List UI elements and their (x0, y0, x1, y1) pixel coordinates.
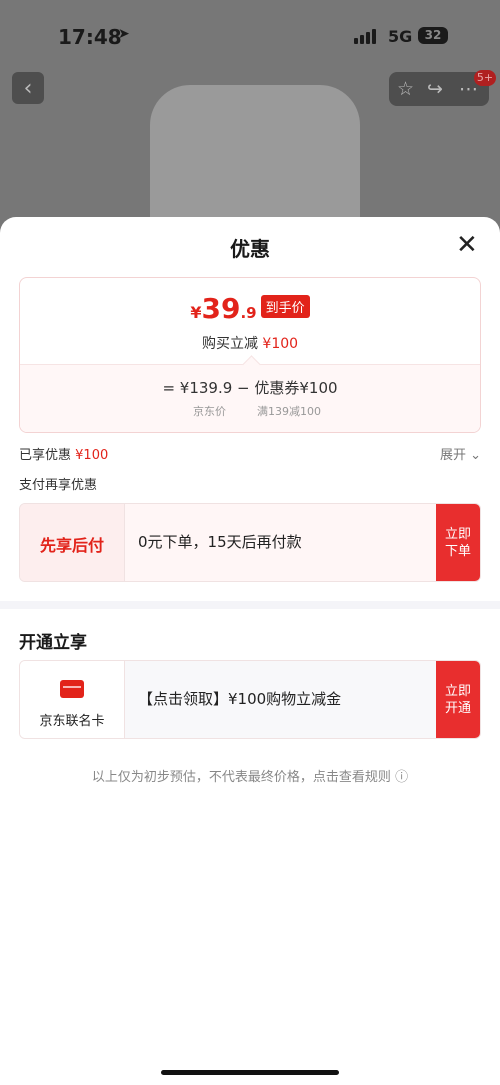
location-icon: ➤ (118, 26, 130, 42)
signal-icon (354, 28, 380, 44)
instant-discount-label: 购买立减 (201, 336, 258, 352)
network-type: 5G (388, 27, 413, 46)
disclaimer[interactable]: 以上仅为初步预估，不代表最终价格，点击查看规则 ⓘ (0, 766, 500, 785)
bnpl-text: 0元下单，15天后再付款 (138, 533, 302, 551)
price-currency: ¥ (190, 303, 202, 322)
jd-card-offer[interactable]: 京东联名卡 【点击领取】¥100购物立减金 立即 开通 (19, 660, 481, 739)
price-integer: 39 (201, 292, 241, 325)
final-price: ¥39.9 到手价 (20, 292, 480, 325)
sheet-title: 优惠 (230, 237, 270, 261)
credit-card-icon (60, 680, 84, 698)
notch (242, 355, 261, 374)
price-formula: = ¥139.9 − 优惠券¥100 (162, 379, 338, 397)
jd-card-open-button[interactable]: 立即 开通 (436, 661, 480, 738)
jd-card-left: 京东联名卡 (20, 661, 125, 738)
discount-sheet: 优惠 ✕ ¥39.9 到手价 购买立减 ¥100 = ¥139.9 − 优惠券¥1… (0, 217, 500, 1085)
price-decimal: .9 (240, 304, 257, 322)
message-badge: 5+ (474, 70, 496, 86)
instant-discount: 购买立减 ¥100 (20, 333, 480, 353)
status-bar: 17:48 ➤ 5G 32 (0, 0, 500, 70)
bnpl-label: 先享后付 (39, 536, 104, 555)
bnpl-order-button[interactable]: 立即 下单 (436, 504, 480, 581)
section-divider (0, 601, 500, 609)
expand-label: 展开 (440, 448, 467, 463)
open-title: 开通立享 (19, 633, 87, 653)
chevron-left-icon: ‹ (23, 75, 33, 101)
chevron-down-icon: ⌄ (470, 448, 482, 463)
status-time: 17:48 (58, 25, 122, 49)
back-button[interactable]: ‹ (12, 72, 44, 104)
final-price-tag: 到手价 (260, 295, 310, 318)
jd-price-label: 京东价 (193, 405, 226, 418)
instant-discount-amount: ¥100 (262, 336, 299, 352)
share-icon[interactable]: ↪ (427, 78, 443, 100)
jd-card-text: 【点击领取】¥100购物立减金 (138, 690, 342, 708)
disclaimer-text: 以上仅为初步预估，不代表最终价格，点击查看规则 (91, 770, 391, 785)
enjoyed-amount: ¥100 (75, 448, 109, 463)
enjoyed-discount: 已享优惠 ¥100 (19, 444, 108, 463)
star-icon[interactable]: ☆ (397, 78, 414, 100)
coupon-rule: 满139减100 (257, 405, 321, 418)
enjoyed-label: 已享优惠 (19, 448, 72, 463)
bnpl-card[interactable]: 先享后付 0元下单，15天后再付款 立即 下单 (19, 503, 481, 582)
battery-icon: 32 (418, 27, 448, 44)
close-icon[interactable]: ✕ (456, 231, 478, 259)
expand-toggle[interactable]: 展开 ⌄ (440, 444, 481, 463)
home-indicator (161, 1070, 339, 1075)
jd-card-label: 京东联名卡 (39, 714, 105, 729)
price-breakdown: = ¥139.9 − 优惠券¥100 京东价 满139减100 (20, 355, 480, 432)
bnpl-left: 先享后付 (20, 504, 125, 581)
info-icon: ⓘ (395, 770, 409, 785)
pay-more-label: 支付再享优惠 (19, 478, 98, 493)
price-card: ¥39.9 到手价 购买立减 ¥100 = ¥139.9 − 优惠券¥100 京东… (19, 277, 481, 433)
